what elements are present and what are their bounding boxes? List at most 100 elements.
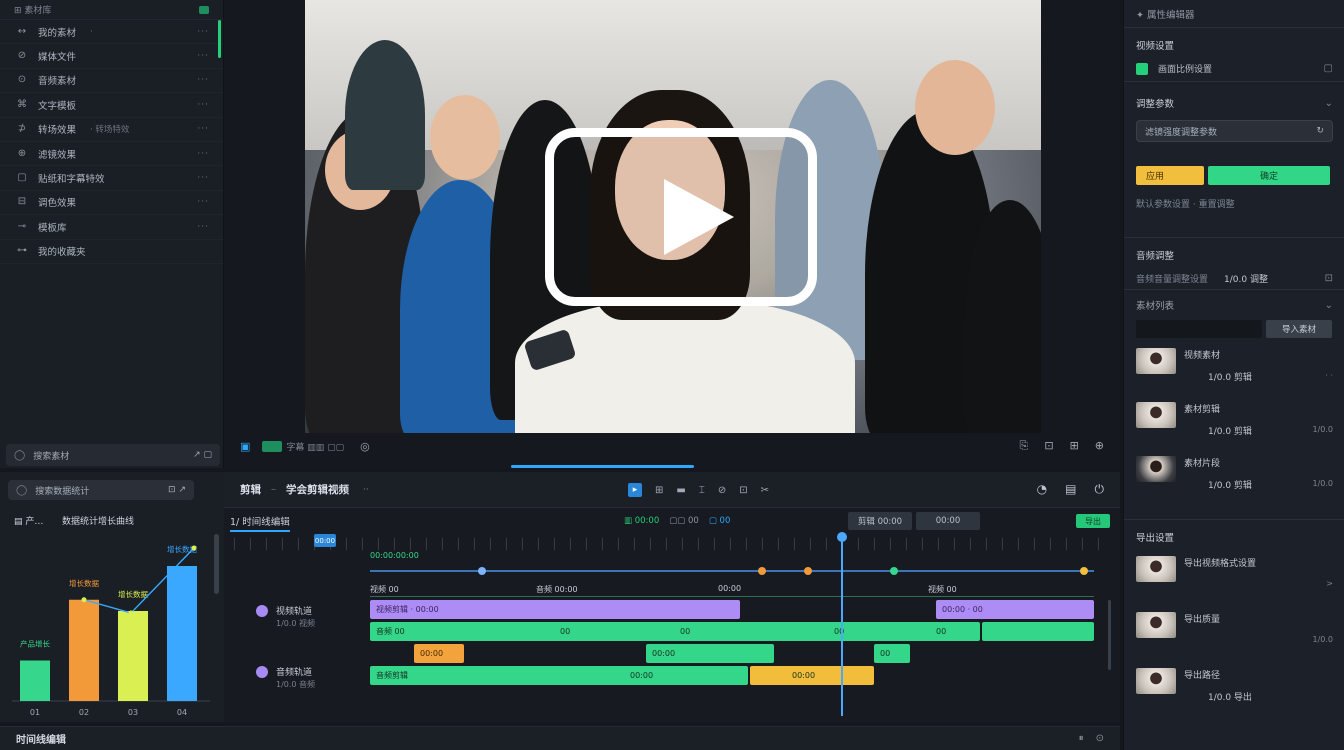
more-icon[interactable]: ··· [197, 75, 209, 85]
list-item[interactable]: 导出质量 1/0.0 [1136, 612, 1333, 644]
sidebar-item[interactable]: ▢ 贴纸和字幕特效 ··· [0, 166, 223, 191]
header-action-icon[interactable]: ▤ [1065, 482, 1076, 497]
effect-clip[interactable]: 00 [874, 644, 910, 663]
preview-scrubber[interactable] [511, 465, 694, 468]
filter-strength-input[interactable]: 滤镜强度调整参数 ↻ [1136, 120, 1333, 142]
reset-icon[interactable]: ↻ [1316, 126, 1324, 136]
more-icon[interactable]: ··· [197, 173, 209, 183]
more-icon[interactable]: ▢ [1324, 63, 1333, 74]
timecode-button[interactable]: 00:00 [916, 512, 980, 530]
video-track-label[interactable]: 视频轨道 1/0.0 视频 [256, 604, 315, 628]
list-item-text: 素材剪辑 1/0.0 剪辑 [1184, 402, 1312, 437]
asset-search-bar[interactable]: ◯ 搜索素材 ↗ ▢ [6, 444, 220, 466]
header-action-icon[interactable]: ⏻ [1095, 482, 1105, 497]
play-icon [664, 179, 734, 255]
aspect-ratio-row[interactable]: 画面比例设置 ▢ [1136, 62, 1333, 75]
chevron-down-icon[interactable]: ⌄ [1325, 300, 1333, 311]
sidebar-item[interactable]: ⊙ 音频素材 ··· [0, 69, 223, 94]
more-icon[interactable]: ··· [197, 222, 209, 232]
timeline-control[interactable]: ▢▢ 00 [669, 516, 699, 526]
status-action-icon[interactable]: ⏸ [1079, 733, 1084, 744]
preview-tool-icon[interactable]: ⎘ [1020, 439, 1029, 453]
keyframe-marker[interactable] [478, 567, 486, 575]
playhead[interactable] [837, 532, 847, 716]
more-icon[interactable]: ··· [197, 51, 209, 61]
apply-button[interactable]: 应用 [1136, 166, 1204, 185]
more-icon[interactable]: ··· [197, 124, 209, 134]
list-item[interactable]: 导出路径 1/0.0 导出 [1136, 668, 1333, 703]
keyframe-marker[interactable] [758, 567, 766, 575]
timeline-control[interactable]: ▢ 00 [709, 516, 731, 526]
clip-label: 00 [880, 649, 891, 658]
list-item[interactable]: 导出视频格式设置 > [1136, 556, 1333, 588]
list-item-text: 视频素材 1/0.0 剪辑 [1184, 348, 1325, 383]
sidebar-item[interactable]: ⊸ 模板库 ··· [0, 215, 223, 240]
sidebar-item[interactable]: ⊅ 转场效果 · 转场特效 ··· [0, 118, 223, 142]
music-clip[interactable]: 音频剪辑 00:00 [370, 666, 748, 685]
list-item[interactable]: 素材片段 1/0.0 剪辑 1/0.0 [1136, 456, 1333, 491]
timeline-tool-icon[interactable]: ▸ [628, 483, 642, 497]
track-sub: 1/0.0 音频 [276, 680, 316, 689]
keyframe-marker[interactable] [890, 567, 898, 575]
keyframe-marker[interactable] [1080, 567, 1088, 575]
video-frame[interactable] [305, 0, 1041, 433]
export-button[interactable]: 导出 [1076, 514, 1110, 528]
sidebar-item[interactable]: ⊶ 我的收藏夹 [0, 240, 223, 264]
effect-clip[interactable]: 00:00 [414, 644, 464, 663]
chevron-down-icon[interactable]: ⌄ [1325, 98, 1333, 109]
sidebar-item-label: 我的收藏夹 [38, 247, 86, 259]
more-icon[interactable]: ··· [197, 197, 209, 207]
sidebar-item[interactable]: ⊘ 媒体文件 ··· [0, 44, 223, 69]
default-settings-row[interactable]: 默认参数设置 · 重置调整 [1136, 197, 1333, 210]
sidebar-item[interactable]: ↔ 我的素材 · ··· [0, 20, 223, 59]
chart-bar [20, 660, 50, 701]
preview-tool-icon[interactable]: ⊡ [1044, 439, 1053, 453]
music-clip[interactable]: 00:00 [750, 666, 874, 685]
adjust-icon[interactable]: ⊡ [1325, 273, 1333, 284]
header-action-icon[interactable]: ◔ [1037, 482, 1047, 497]
timeline-tool-icon[interactable]: ▬ [676, 485, 685, 496]
play-button[interactable] [545, 128, 817, 306]
sidebar-item[interactable]: ⌘ 文字模板 ··· [0, 93, 223, 118]
video-clip[interactable]: 视频剪辑 · 00:00 [370, 600, 740, 619]
timeline-tab[interactable]: 1/ 时间线编辑 [230, 514, 290, 532]
search-actions[interactable]: ↗ ▢ [193, 450, 212, 460]
import-button[interactable]: 导入素材 [1266, 320, 1332, 338]
audio-volume-row[interactable]: 音频音量调整设置 1/0.0 调整 ⊡ [1136, 272, 1333, 285]
audio-clip[interactable]: 音频 00 00 00 00 00 [370, 622, 980, 641]
more-icon[interactable]: ··· [197, 149, 209, 159]
more-icon[interactable]: ··· [197, 100, 209, 110]
audio-clip[interactable] [982, 622, 1094, 641]
more-icon[interactable]: ··· [197, 27, 209, 37]
adjust-header[interactable]: 调整参数 ⌄ [1136, 96, 1333, 111]
status-action-icon[interactable]: ⊙ [1096, 733, 1104, 744]
trim-button[interactable]: 剪辑 00:00 [848, 512, 912, 530]
sidebar-item[interactable]: ⊟ 调色效果 ··· [0, 191, 223, 216]
keyframe-marker[interactable] [804, 567, 812, 575]
sidebar-item-icon: ⊕ [17, 147, 27, 159]
list-item[interactable]: 视频素材 1/0.0 剪辑 · · [1136, 348, 1333, 383]
preview-tool-icon[interactable]: ⊞ [1070, 439, 1079, 453]
audio-track-label[interactable]: 音频轨道 1/0.0 音频 [256, 665, 315, 689]
ruler-marker[interactable]: 00:00 [314, 534, 336, 547]
effect-clip[interactable]: 00:00 [646, 644, 774, 663]
timeline-tool-icon[interactable]: ⌶ [699, 485, 705, 496]
list-item-value: 1/0.0 [1312, 425, 1333, 434]
timeline-tool-icon[interactable]: ✂ [761, 485, 769, 496]
checkbox-icon[interactable] [1136, 62, 1148, 75]
timeline-tool-icon[interactable]: ⊘ [718, 485, 726, 496]
sidebar-item[interactable]: ⊕ 滤镜效果 ··· [0, 142, 223, 167]
clip-list-header[interactable]: 素材列表 ⌄ [1136, 298, 1333, 313]
confirm-button[interactable]: 确定 [1208, 166, 1330, 185]
timeline-ruler[interactable] [234, 538, 1114, 550]
timeline-tool-icon[interactable]: ⊡ [739, 485, 747, 496]
timeline-tool-icon[interactable]: ⊞ [655, 485, 663, 496]
video-clip[interactable]: 00:00 · 00 [936, 600, 1094, 619]
preview-tool-icon[interactable]: ⊕ [1095, 439, 1104, 453]
subtitle-icon[interactable]: ▣ [240, 440, 250, 453]
import-path-field[interactable] [1136, 320, 1262, 338]
timeline-scrollbar[interactable] [1108, 600, 1111, 670]
timeline-control[interactable]: ▥ 00:00 [624, 516, 659, 526]
snapshot-icon[interactable]: ◎ [360, 440, 370, 453]
list-item[interactable]: 素材剪辑 1/0.0 剪辑 1/0.0 [1136, 402, 1333, 437]
